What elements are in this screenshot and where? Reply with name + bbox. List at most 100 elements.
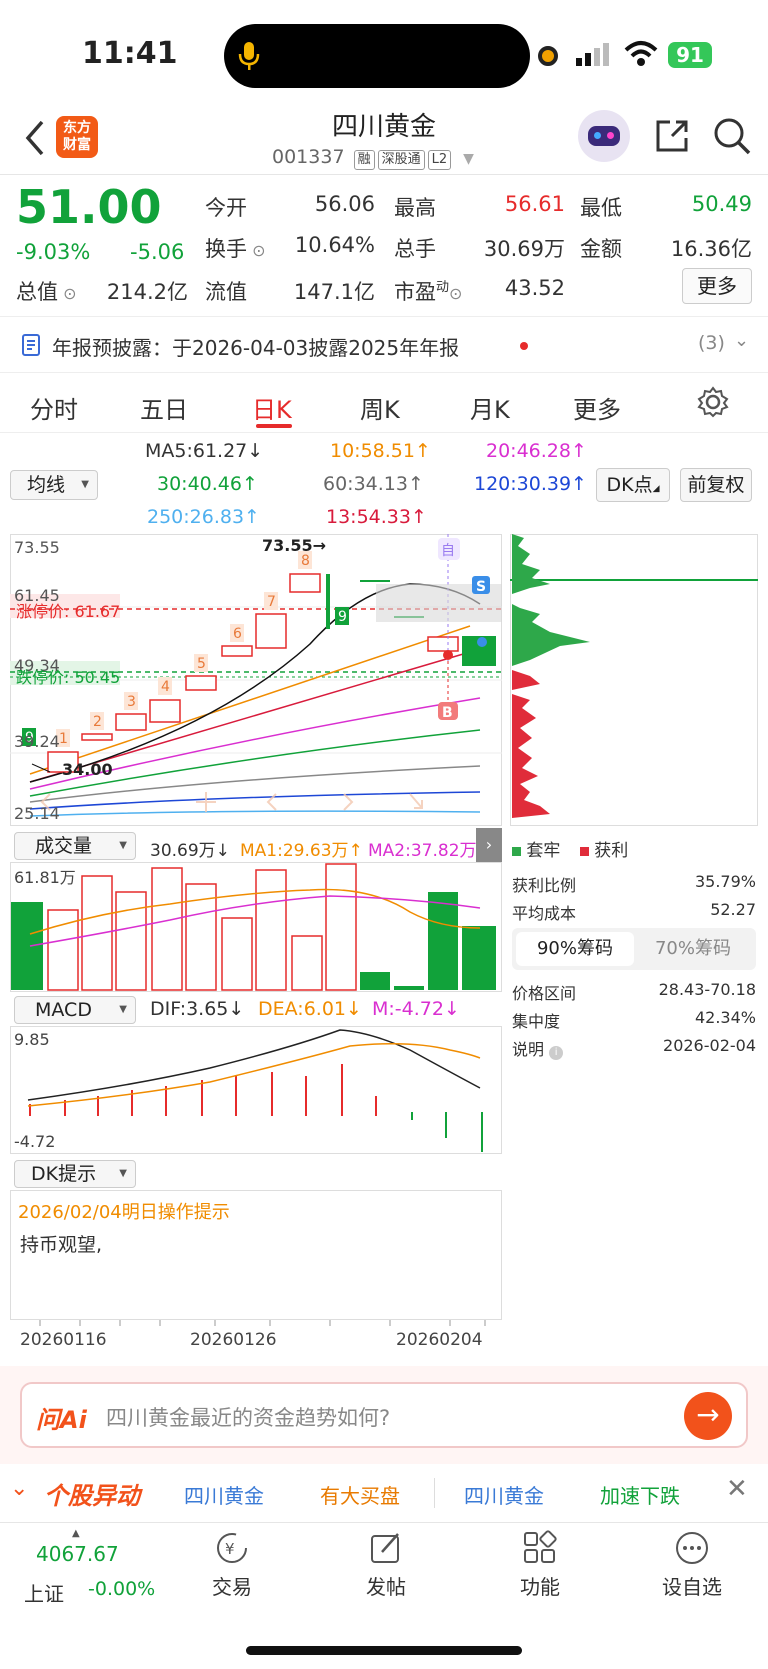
ma250-value: 250:26.83↑ [147,506,260,528]
arrow-right-icon[interactable]: → [684,1392,732,1440]
trapped-swatch [512,847,521,856]
ticker-title: 个股异动 [44,1482,140,1510]
dk-point-button[interactable]: DK点◢ [596,468,670,502]
recording-dot-icon [538,46,558,66]
ticker-item-1[interactable]: 四川黄金 [184,1480,264,1509]
chevron-down-icon: ▼ [119,1168,127,1179]
status-time: 11:41 [82,36,178,71]
divider [0,372,768,373]
info-icon: ⊙ [247,241,266,260]
robot-avatar-icon[interactable] [578,110,630,162]
chevron-down-icon[interactable]: ⌄ [10,1476,28,1501]
kline-low-mark: 34.00 [62,760,113,779]
nav-trade[interactable]: ¥ 交易 [192,1530,272,1600]
limit-down-label: 跌停价: 50.45 [16,668,121,687]
tab-chip-90[interactable]: 90%筹码 [516,932,634,966]
chevron-down-icon: ⌄ [734,330,750,351]
nav-add-watchlist[interactable]: 设自选 [652,1530,732,1600]
label-volume: 总手 [394,237,436,261]
divider [0,316,768,317]
tag-margin: 融 [353,150,375,170]
label-pe[interactable]: 市盈动⊙ [394,276,462,306]
ma30-value: 30:40.46↑ [157,473,258,495]
date-label-mid: 20260126 [190,1330,277,1350]
tab-five-day[interactable]: 五日 [140,390,188,425]
profit-swatch [579,847,589,856]
notice-bar[interactable]: 年报预披露：于2026-04-03披露2025年年报 (3) ⌄ [0,318,768,372]
count-4: 4 [161,679,170,695]
volume-ma1: MA1:29.63万↑ [240,841,363,861]
stock-code-row[interactable]: 001337 融深股通 L2 ▼ [272,146,474,170]
tab-intraday[interactable]: 分时 [30,390,78,425]
tab-daily-k[interactable]: 日K [252,390,292,425]
count-2: 2 [93,714,102,730]
ticker-divider [434,1478,435,1508]
tab-chip-70[interactable]: 70%筹码 [634,932,752,966]
kline-y-bottom: 25.14 [14,804,60,823]
count-3: 3 [127,694,136,710]
dk-tip-selector-label: DK提示 [31,1163,97,1185]
divider [0,1522,768,1523]
index-widget[interactable]: ▲ 4067.67 上证 -0.00% [14,1528,164,1618]
count-5: 5 [197,656,206,672]
self-marker-icon: 自 [441,543,455,559]
chevron-down-icon: ▼ [81,479,89,490]
info-icon: ⊙ [449,284,463,303]
chip-label-range: 价格区间 [512,984,577,1003]
label-turnover[interactable]: 换手 ⊙ [205,233,266,263]
settings-gear-icon[interactable] [697,386,729,418]
chip-label-note-text: 说明 [512,1040,545,1059]
label-float-value: 流值 [205,280,247,304]
nav-post-label: 发帖 [366,1575,406,1599]
macd-selector-label: MACD [35,999,92,1021]
ma-selector[interactable]: 均线 ▼ [10,470,98,500]
stock-code: 001337 [272,146,345,168]
label-total-value-text: 总值 [16,280,58,304]
ma10-value: 10:58.51↑ [330,440,431,462]
label-amount: 金额 [580,237,622,261]
ticker-item-4: 加速下跌 [600,1484,680,1508]
dk-tip-title: 2026/02/04明日操作提示 [18,1202,230,1223]
ma20-value: 20:46.28↑ [486,440,587,462]
trade-icon: ¥ [217,1533,247,1563]
macd-y-top: 9.85 [14,1030,50,1049]
value-volume: 30.69万 [483,237,565,261]
label-total-value[interactable]: 总值 ⊙ [16,276,77,306]
volume-y-max: 61.81万 [14,868,76,887]
volume-selector[interactable]: 成交量 ▼ [14,832,136,860]
value-pe: 43.52 [504,276,565,300]
tab-monthly-k[interactable]: 月K [470,390,510,425]
nav-post[interactable]: 发帖 [346,1530,426,1600]
macd-dif: DIF:3.65↓ [150,998,245,1020]
tab-more[interactable]: 更多 [573,390,621,425]
nav-functions[interactable]: 功能 [500,1530,580,1600]
current-price: 51.00 [16,180,162,234]
info-icon: ⊙ [58,284,77,303]
macd-dea: DEA:6.01↓ [258,998,362,1020]
kline-high-mark: 73.55→ [262,536,327,555]
divider [0,432,768,433]
label-open: 今开 [205,196,247,220]
legend-profit: 获利 [594,841,629,861]
change-percent: -9.03% [16,240,91,264]
share-icon[interactable] [652,116,692,156]
count-7: 7 [267,594,276,610]
more-dots-icon [676,1532,708,1564]
ask-ai-input[interactable]: 问Ai 四川黄金最近的资金趋势如何? → [20,1382,748,1448]
close-icon[interactable]: ✕ [726,1474,748,1504]
kline-y-low2: 39.24 [14,732,60,751]
dk-tip-selector[interactable]: DK提示 ▼ [14,1160,136,1188]
search-icon[interactable] [712,116,752,156]
tab-weekly-k[interactable]: 周K [360,390,400,425]
ask-ai-brand: 问Ai [36,1406,87,1434]
chip-value-avg-cost: 52.27 [710,900,756,919]
macd-selector[interactable]: MACD ▼ [14,996,136,1024]
kline-y-top: 73.55 [14,538,60,557]
grid-icon [524,1530,557,1563]
info-icon[interactable]: i [549,1046,564,1060]
more-button[interactable]: 更多 [682,268,752,304]
microphone-icon [238,42,260,70]
adjust-button[interactable]: 前复权 [680,468,752,502]
chevron-right-icon[interactable]: › [476,828,502,862]
ticker-item-3[interactable]: 四川黄金 [464,1480,544,1509]
